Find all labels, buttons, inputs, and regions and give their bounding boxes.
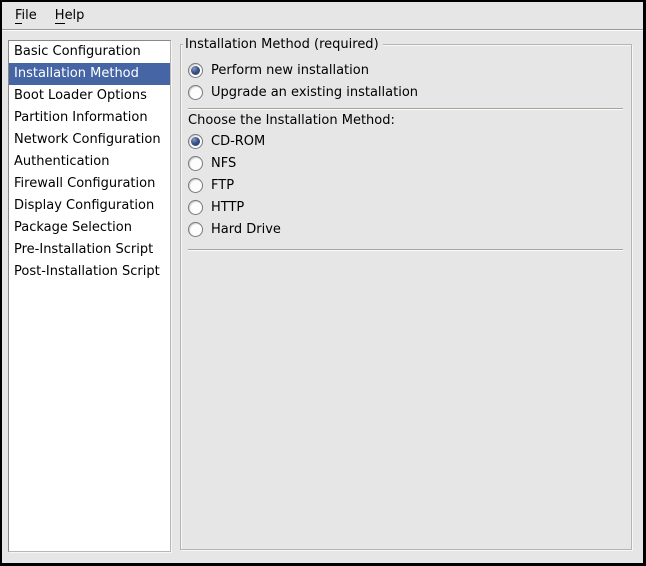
sidebar-item-installation-method[interactable]: Installation Method (9, 63, 170, 85)
radio-label: CD-ROM (211, 134, 265, 149)
menu-file-label-rest: ile (22, 8, 37, 23)
radio-button-icon (188, 222, 203, 237)
section-list: Basic Configuration Installation Method … (8, 40, 171, 552)
menu-help-mnemonic: H (55, 8, 65, 24)
radio-label: Upgrade an existing installation (211, 85, 418, 100)
sidebar-item-boot-loader-options[interactable]: Boot Loader Options (9, 85, 170, 107)
kickstart-configurator-window: File Help Basic Configuration Installati… (0, 0, 646, 566)
menu-help[interactable]: Help (46, 4, 94, 27)
sidebar-item-basic-configuration[interactable]: Basic Configuration (9, 41, 170, 63)
radio-hard-drive[interactable]: Hard Drive (188, 218, 623, 240)
radio-perform-new-installation[interactable]: Perform new installation (188, 59, 623, 81)
sidebar-item-firewall-configuration[interactable]: Firewall Configuration (9, 173, 170, 195)
separator (188, 108, 623, 109)
sidebar-item-pre-installation-script[interactable]: Pre-Installation Script (9, 239, 170, 261)
frame-title: Installation Method (required) (183, 36, 383, 53)
radio-label: FTP (211, 178, 234, 193)
radio-cdrom[interactable]: CD-ROM (188, 130, 623, 152)
sidebar-item-display-configuration[interactable]: Display Configuration (9, 195, 170, 217)
radio-upgrade-existing-installation[interactable]: Upgrade an existing installation (188, 81, 623, 103)
radio-label: Perform new installation (211, 63, 369, 78)
separator (188, 249, 623, 250)
menu-file[interactable]: File (6, 4, 46, 27)
radio-label: HTTP (211, 200, 244, 215)
menu-bar: File Help (2, 2, 643, 30)
radio-button-icon (188, 63, 203, 78)
method-prompt-label: Choose the Installation Method: (188, 112, 623, 130)
radio-http[interactable]: HTTP (188, 196, 623, 218)
radio-label: Hard Drive (211, 222, 281, 237)
installation-method-panel: Perform new installation Upgrade an exis… (181, 45, 631, 250)
radio-button-icon (188, 200, 203, 215)
radio-button-icon (188, 85, 203, 100)
radio-button-icon (188, 134, 203, 149)
radio-button-icon (188, 178, 203, 193)
radio-button-icon (188, 156, 203, 171)
radio-nfs[interactable]: NFS (188, 152, 623, 174)
menu-help-label-rest: elp (65, 8, 85, 23)
sidebar-item-package-selection[interactable]: Package Selection (9, 217, 170, 239)
main-content: Basic Configuration Installation Method … (2, 30, 643, 563)
sidebar-item-network-configuration[interactable]: Network Configuration (9, 129, 170, 151)
installation-method-frame: Installation Method (required) Perform n… (180, 44, 632, 550)
sidebar-item-partition-information[interactable]: Partition Information (9, 107, 170, 129)
radio-ftp[interactable]: FTP (188, 174, 623, 196)
radio-label: NFS (211, 156, 236, 171)
sidebar-item-authentication[interactable]: Authentication (9, 151, 170, 173)
sidebar-item-post-installation-script[interactable]: Post-Installation Script (9, 261, 170, 283)
